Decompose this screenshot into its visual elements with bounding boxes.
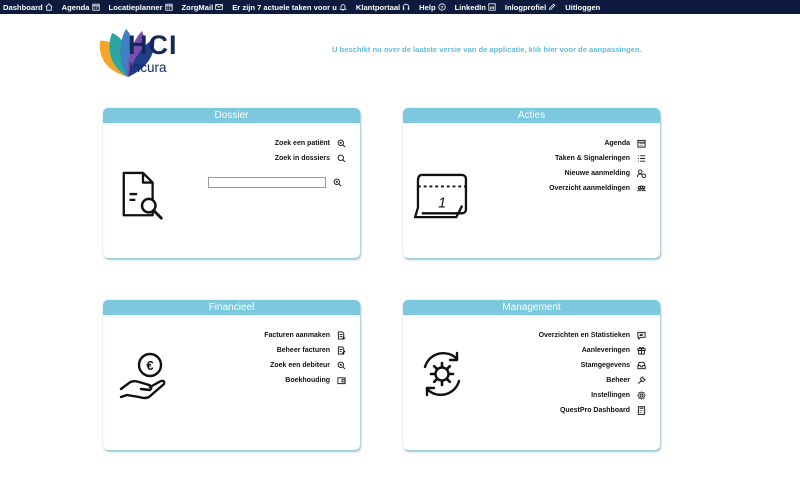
nav-agenda-label: Agenda [61, 2, 90, 12]
link-stamgegevens-label: Stamgegevens [580, 362, 630, 369]
link-taken-label: Taken & Signaleringen [555, 155, 630, 162]
link-facturen-aanmaken-label: Facturen aanmaken [264, 332, 330, 339]
gear-refresh-icon [423, 351, 461, 397]
link-zoek-debiteur[interactable]: Zoek een debiteur [270, 361, 346, 370]
invoice-add-icon [337, 331, 346, 340]
link-taken-signaleringen[interactable]: Taken & Signaleringen [555, 154, 646, 163]
home-icon [45, 3, 53, 11]
card-acties-title: Acties [403, 108, 660, 123]
card-financieel: Financieel € Facturen aanmaken Beheer fa… [103, 300, 360, 450]
nav-agenda[interactable]: Agenda [62, 3, 100, 12]
logo-name: HCI [128, 30, 178, 60]
mail-icon [215, 4, 223, 10]
link-zoek-patient[interactable]: Zoek een patiënt [275, 139, 346, 148]
link-beheer-facturen[interactable]: Beheer facturen [277, 346, 346, 355]
document-search-icon [122, 171, 163, 220]
euro-hand-icon: € [119, 352, 166, 400]
link-aanleveringen[interactable]: Aanleveringen [582, 346, 646, 355]
nav-uitloggen[interactable]: Uitloggen [565, 3, 600, 12]
nav-dashboard-label: Dashboard [3, 2, 43, 12]
gear-icon [637, 391, 646, 400]
pencil-icon [549, 3, 556, 10]
link-boekhouding-label: Boekhouding [285, 377, 330, 384]
nav-inlogprofiel-label: Inlogprofiel [504, 2, 547, 12]
nav-zorgmail[interactable]: ZorgMail [182, 3, 224, 12]
inbox-icon [637, 361, 646, 370]
link-overzichten-label: Overzichten en Statistieken [538, 332, 630, 339]
link-agenda-label: Agenda [604, 140, 630, 147]
nav-linkedin-label: LinkedIn [454, 2, 486, 12]
link-aanleveringen-label: Aanleveringen [581, 347, 630, 354]
nav-locatieplanner-label: Locatieplanner [108, 2, 163, 12]
calendar-icon [164, 3, 173, 11]
calendar-large-icon: 1 [413, 173, 468, 219]
card-management-title: Management [403, 300, 660, 315]
card-dossier-title: Dossier [103, 108, 360, 123]
link-nieuwe-aanmelding-label: Nieuwe aanmelding [564, 170, 630, 177]
link-zoek-dossiers[interactable]: Zoek in dossiers [275, 154, 346, 163]
link-beheer[interactable]: Beheer [606, 376, 646, 385]
svg-text:€: € [146, 358, 153, 373]
calculator-icon [637, 406, 646, 415]
update-message-link[interactable]: U beschikt nu over de laatste versie van… [332, 45, 642, 54]
nav-klantportaal-label: Klantportaal [355, 2, 401, 12]
nav-tasks[interactable]: Er zijn 7 actuele taken voor u [232, 3, 347, 12]
link-stamgegevens[interactable]: Stamgegevens [581, 361, 646, 370]
link-zoek-debiteur-label: Zoek een debiteur [270, 362, 330, 369]
user-add-icon [637, 169, 646, 178]
card-dossier: Dossier Zoek een patiënt Zoek in dossier… [103, 108, 360, 258]
bell-icon [339, 4, 347, 11]
nav-linkedin[interactable]: LinkedIn [455, 3, 496, 12]
nav-tasks-label: Er zijn 7 actuele taken voor u [232, 2, 337, 12]
nav-help[interactable]: Help? [419, 2, 446, 12]
link-facturen-aanmaken[interactable]: Facturen aanmaken [264, 331, 346, 340]
link-beheer-label: Beheer [606, 377, 630, 384]
link-instellingen[interactable]: Instellingen [591, 391, 646, 400]
list-icon [637, 155, 646, 162]
nav-dashboard[interactable]: Dashboard [3, 3, 53, 12]
zoom-in-icon [337, 139, 346, 148]
card-financieel-title: Financieel [103, 300, 360, 315]
link-questpro-dashboard[interactable]: QuestPro Dashboard [560, 406, 646, 415]
nav-inlogprofiel[interactable]: Inlogprofiel [505, 3, 556, 12]
nav-klantportaal[interactable]: Klantportaal [356, 3, 410, 12]
link-boekhouding[interactable]: Boekhouding [285, 376, 346, 385]
link-zoek-patient-label: Zoek een patiënt [274, 140, 330, 147]
dossier-search-input[interactable] [208, 177, 326, 188]
invoice-edit-icon [337, 346, 346, 355]
chat-report-icon [637, 331, 646, 340]
nav-locatieplanner[interactable]: Locatieplanner [109, 3, 173, 12]
logo-sub: Incura [129, 60, 167, 75]
link-questpro-label: QuestPro Dashboard [559, 407, 630, 414]
card-management: Management Overzichten en Statistieken A… [403, 300, 660, 450]
link-instellingen-label: Instellingen [591, 392, 630, 399]
link-overzicht-label: Overzicht aanmeldingen [549, 185, 630, 192]
link-zoek-dossiers-label: Zoek in dossiers [274, 155, 330, 162]
gift-box-icon [637, 347, 646, 355]
nav-uitloggen-label: Uitloggen [565, 2, 601, 12]
linkedin-icon [488, 3, 496, 11]
search-submit-icon[interactable] [333, 178, 342, 187]
calendar-icon [637, 139, 646, 148]
card-acties: Acties 1 Agenda Taken & Signaleringen Ni… [403, 108, 660, 258]
link-agenda[interactable]: Agenda [604, 139, 646, 148]
svg-text:?: ? [440, 5, 443, 11]
headset-icon [402, 3, 410, 10]
help-icon: ? [438, 3, 446, 11]
wrench-icon [638, 376, 646, 384]
search-icon [337, 154, 346, 163]
svg-text:1: 1 [438, 196, 446, 212]
users-icon [637, 185, 646, 192]
nav-zorgmail-label: ZorgMail [181, 2, 214, 12]
top-navbar: Dashboard Agenda Locatieplanner ZorgMail… [0, 0, 800, 14]
link-beheer-facturen-label: Beheer facturen [276, 347, 330, 354]
calendar-icon [91, 3, 100, 11]
link-nieuwe-aanmelding[interactable]: Nieuwe aanmelding [565, 169, 646, 178]
link-overzicht-aanmeldingen[interactable]: Overzicht aanmeldingen [549, 184, 646, 193]
nav-help-label: Help [419, 2, 436, 12]
zoom-in-icon [337, 361, 346, 370]
wallet-icon [337, 377, 346, 385]
link-overzichten-statistieken[interactable]: Overzichten en Statistieken [539, 331, 646, 340]
